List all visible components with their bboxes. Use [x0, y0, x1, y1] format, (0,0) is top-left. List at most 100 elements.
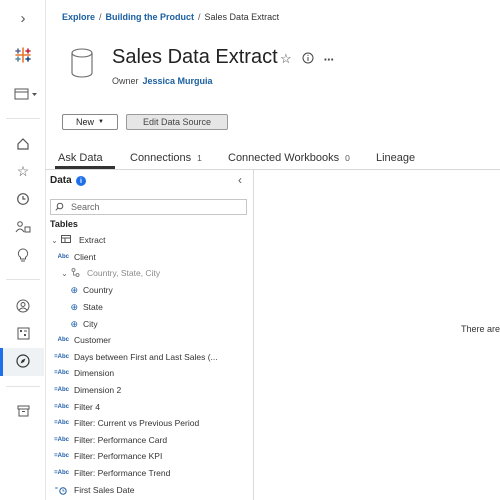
- rail-divider: [6, 118, 40, 119]
- field-label: Extract: [79, 235, 106, 245]
- field-search-box[interactable]: [50, 199, 247, 215]
- field-item[interactable]: ⊕ Country: [60, 283, 113, 297]
- calc-string-field-icon: =Abc: [54, 370, 69, 376]
- external-assets-icon[interactable]: [12, 400, 34, 422]
- edit-data-source-button[interactable]: Edit Data Source: [126, 114, 228, 130]
- hierarchy-item[interactable]: ⌄ Country, State, City: [60, 266, 160, 280]
- breadcrumb: Explore / Building the Product / Sales Data …: [62, 12, 279, 22]
- string-field-icon: Abc: [57, 254, 69, 260]
- home-icon[interactable]: [12, 133, 34, 155]
- caret-down-icon: ▼: [98, 119, 104, 125]
- field-item[interactable]: =Abc Filter: Current vs Previous Period: [51, 416, 199, 430]
- calc-date-icon: =: [51, 485, 69, 495]
- data-pane-title: Data: [50, 175, 72, 186]
- table-icon: [61, 235, 73, 245]
- breadcrumb-current: Sales Data Extract: [204, 12, 280, 22]
- search-input[interactable]: [71, 202, 241, 212]
- users-icon[interactable]: [12, 295, 34, 317]
- recents-icon[interactable]: [12, 188, 34, 210]
- field-item[interactable]: =Abc Days between First and Last Sales (…: [51, 350, 218, 364]
- field-item[interactable]: = First Sales Date: [51, 483, 134, 497]
- field-item[interactable]: Abc Client: [51, 250, 96, 264]
- field-item[interactable]: =Abc Filter: Performance Trend: [51, 466, 170, 480]
- globe-icon: ⊕: [70, 318, 78, 329]
- field-item[interactable]: =Abc Filter: Performance KPI: [51, 449, 162, 463]
- rail-divider: [6, 279, 40, 280]
- page-title: Sales Data Extract: [112, 46, 278, 68]
- info-icon[interactable]: [302, 52, 314, 67]
- table-item-extract[interactable]: ⌄ Extract: [50, 233, 105, 247]
- globe-icon: ⊕: [70, 284, 78, 295]
- field-label: Client: [74, 252, 96, 262]
- shared-with-me-icon[interactable]: [12, 216, 34, 238]
- tab-label: Connections: [130, 152, 192, 164]
- tab-count: 1: [197, 153, 202, 163]
- breadcrumb-project-link[interactable]: Building the Product: [106, 12, 195, 22]
- field-item[interactable]: =Abc Dimension: [51, 366, 114, 380]
- field-item[interactable]: ⊕ State: [60, 300, 103, 314]
- field-label: Dimension: [74, 368, 115, 378]
- tab-connected-workbooks[interactable]: Connected Workbooks 0: [228, 152, 350, 168]
- field-label: City: [83, 319, 98, 329]
- field-item[interactable]: =Abc Dimension 2: [51, 383, 121, 397]
- field-label: Filter: Performance KPI: [74, 451, 163, 461]
- field-label: Filter 4: [74, 402, 100, 412]
- active-tab-indicator: [55, 166, 115, 169]
- favorites-icon[interactable]: ☆: [12, 160, 34, 182]
- calc-string-field-icon: =Abc: [54, 404, 69, 410]
- field-label: Country: [83, 285, 113, 295]
- field-label: Customer: [74, 335, 111, 345]
- schedules-icon[interactable]: [12, 322, 34, 344]
- field-label: Country, State, City: [87, 268, 161, 278]
- svg-text:=: =: [55, 486, 58, 492]
- field-label: Filter: Performance Trend: [74, 468, 171, 478]
- owner-line: Owner Jessica Murguia: [112, 76, 213, 86]
- more-actions-icon[interactable]: ···: [324, 52, 335, 67]
- field-item[interactable]: Abc Customer: [51, 333, 111, 347]
- tables-heading: Tables: [50, 219, 78, 229]
- breadcrumb-explore-link[interactable]: Explore: [62, 12, 95, 22]
- hierarchy-icon: [69, 267, 81, 279]
- owner-label: Owner: [112, 76, 139, 86]
- calc-string-field-icon: =Abc: [54, 420, 69, 426]
- field-item[interactable]: =Abc Filter: Performance Card: [51, 433, 167, 447]
- field-label: Filter: Current vs Previous Period: [74, 418, 200, 428]
- chevron-down-icon[interactable]: ⌄: [60, 269, 69, 278]
- calc-string-field-icon: =Abc: [54, 453, 69, 459]
- field-label: Dimension 2: [74, 385, 122, 395]
- chevron-down-icon[interactable]: ⌄: [50, 236, 59, 245]
- field-label: Filter: Performance Card: [74, 435, 168, 445]
- calc-string-field-icon: =Abc: [54, 354, 69, 360]
- data-info-icon[interactable]: i: [76, 176, 86, 186]
- site-switcher-icon[interactable]: [13, 83, 39, 105]
- explore-compass-icon[interactable]: [12, 350, 34, 372]
- favorite-star-icon[interactable]: ☆: [280, 51, 292, 67]
- tab-label: Lineage: [376, 152, 416, 164]
- title-actions: ☆ ···: [280, 51, 335, 67]
- data-pane: Data i ‹ Tables ⌄ Extract Abc Client ⌄ C…: [46, 170, 254, 500]
- recommendations-icon[interactable]: [12, 244, 34, 266]
- left-nav-rail: › ☆: [0, 0, 46, 500]
- collapse-pane-icon[interactable]: ‹: [238, 173, 242, 187]
- data-source-cylinder-icon: [70, 48, 94, 78]
- owner-name-link[interactable]: Jessica Murguia: [143, 76, 213, 86]
- search-icon: [55, 202, 69, 213]
- field-item[interactable]: =Abc Filter 4: [51, 400, 100, 414]
- calc-string-field-icon: =Abc: [54, 470, 69, 476]
- expand-nav-icon[interactable]: ›: [12, 7, 34, 29]
- new-button[interactable]: New ▼: [62, 114, 118, 130]
- tableau-logo-icon[interactable]: [12, 44, 34, 66]
- tab-label: Ask Data: [58, 152, 103, 164]
- breadcrumb-separator: /: [198, 12, 201, 22]
- field-label: State: [83, 302, 103, 312]
- tab-lineage[interactable]: Lineage: [376, 152, 415, 168]
- field-label: Days between First and Last Sales (...: [74, 352, 218, 362]
- calc-string-field-icon: =Abc: [54, 437, 69, 443]
- calc-string-field-icon: =Abc: [54, 387, 69, 393]
- breadcrumb-separator: /: [99, 12, 102, 22]
- empty-state-message: There are: [461, 324, 500, 334]
- string-field-icon: Abc: [57, 337, 69, 343]
- tab-bar: Ask Data Connections 1 Connected Workbook…: [45, 152, 500, 170]
- field-item[interactable]: ⊕ City: [60, 317, 98, 331]
- tab-connections[interactable]: Connections 1: [130, 152, 202, 168]
